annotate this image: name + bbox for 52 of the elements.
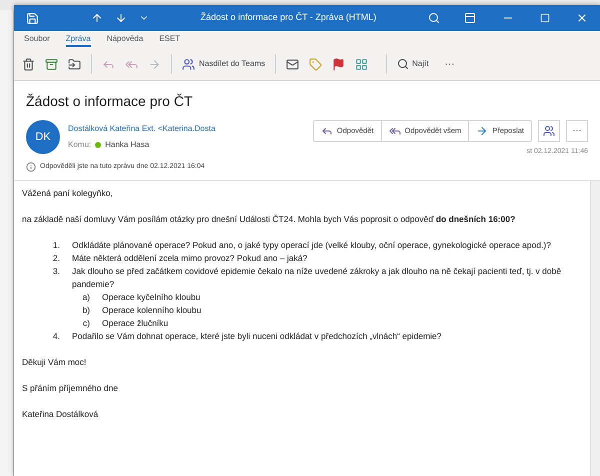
question-text: Operace kolenního kloubu [101, 304, 202, 317]
recipient-name: Hanka Hasa [105, 139, 150, 151]
teams-button[interactable] [538, 120, 560, 142]
delete-icon[interactable] [22, 58, 35, 70]
forward-icon [476, 125, 488, 137]
list-marker: b) [81, 304, 91, 317]
thanks-text: Děkuji Vám moc! [22, 356, 88, 369]
close-icon[interactable] [576, 12, 588, 24]
avatar: DK [26, 120, 60, 154]
question-text: Máte některá oddělení zcela mimo provoz? Pokud ano – jaká? [71, 252, 308, 265]
question-text: Operace kyčelního kloubu [101, 291, 200, 304]
search-icon[interactable] [428, 12, 440, 24]
find-button[interactable]: Najít [397, 58, 429, 70]
more-button[interactable]: ··· [444, 56, 455, 72]
down-arrow-icon[interactable] [115, 12, 127, 24]
reply-icon [320, 125, 333, 137]
more-actions-button[interactable]: ··· [566, 120, 588, 142]
move-icon[interactable] [68, 58, 81, 70]
closing-text: S přáním příjemného dne [22, 382, 119, 395]
intro-paragraph: na základě naší domluvy Vám posílám otázky pro dnešní Události ČT24. Mohla bych Vás poprosit o odpověď do dnešních 16:00? [22, 213, 516, 226]
window-title: Žádost o informace pro ČT - Zpráva (HTML) [200, 11, 378, 24]
sender-name: Dostálková Kateřina Ext. <Katerina.Dosta [68, 123, 216, 135]
list-marker: 3. [52, 265, 61, 278]
flag-icon[interactable] [332, 58, 346, 70]
maximize-icon[interactable] [540, 13, 550, 23]
list-marker: 1. [52, 239, 61, 252]
grid-icon[interactable] [355, 58, 368, 70]
message-subject: Žádost o informace pro ČT [26, 92, 194, 111]
signature-text: Kateřina Dostálková [22, 408, 100, 421]
question-text: Operace žlučníku [101, 317, 168, 330]
mail-icon[interactable] [286, 58, 300, 70]
greeting-text: Vážená paní kolegyňko, [22, 187, 114, 200]
up-arrow-icon[interactable] [91, 12, 103, 24]
list-marker: 4. [52, 330, 61, 343]
ribbon-tab[interactable]: Soubor [24, 32, 50, 47]
to-label: Komu: [68, 139, 92, 151]
question-text: Odkládáte plánované operace? Pokud ano, o jaké typy operací jde (velké klouby, oční operace, gynekologické operace apod.)? [71, 239, 551, 252]
list-marker: c) [82, 317, 91, 330]
list-marker: 2. [52, 252, 61, 265]
info-icon [26, 162, 36, 172]
ribbon-tab[interactable]: Nápověda [106, 32, 144, 47]
search-icon [397, 58, 410, 70]
ribbon-tab[interactable]: ESET [159, 32, 180, 47]
ribbon-display-icon[interactable] [464, 12, 476, 24]
list-marker: a) [81, 291, 91, 304]
archive-icon[interactable] [45, 58, 58, 70]
reply-all-icon [388, 125, 401, 137]
ribbon-tab[interactable]: Zpráva [66, 32, 91, 47]
save-icon[interactable] [26, 12, 39, 24]
question-text: Podařilo se Vám dohnat operace, které jste byli nuceni odkládat v předchozích „vlnách“ epidemie? [71, 330, 442, 343]
share-to-teams-button[interactable]: Nasdílet do Teams [182, 58, 266, 70]
question-text: Jak dlouho se před začátkem covidové epidemie čekalo na níže uvedené zákroky a jak dlouho na ně čekají pacienti teď, tj. v době pandemie? [71, 265, 562, 291]
